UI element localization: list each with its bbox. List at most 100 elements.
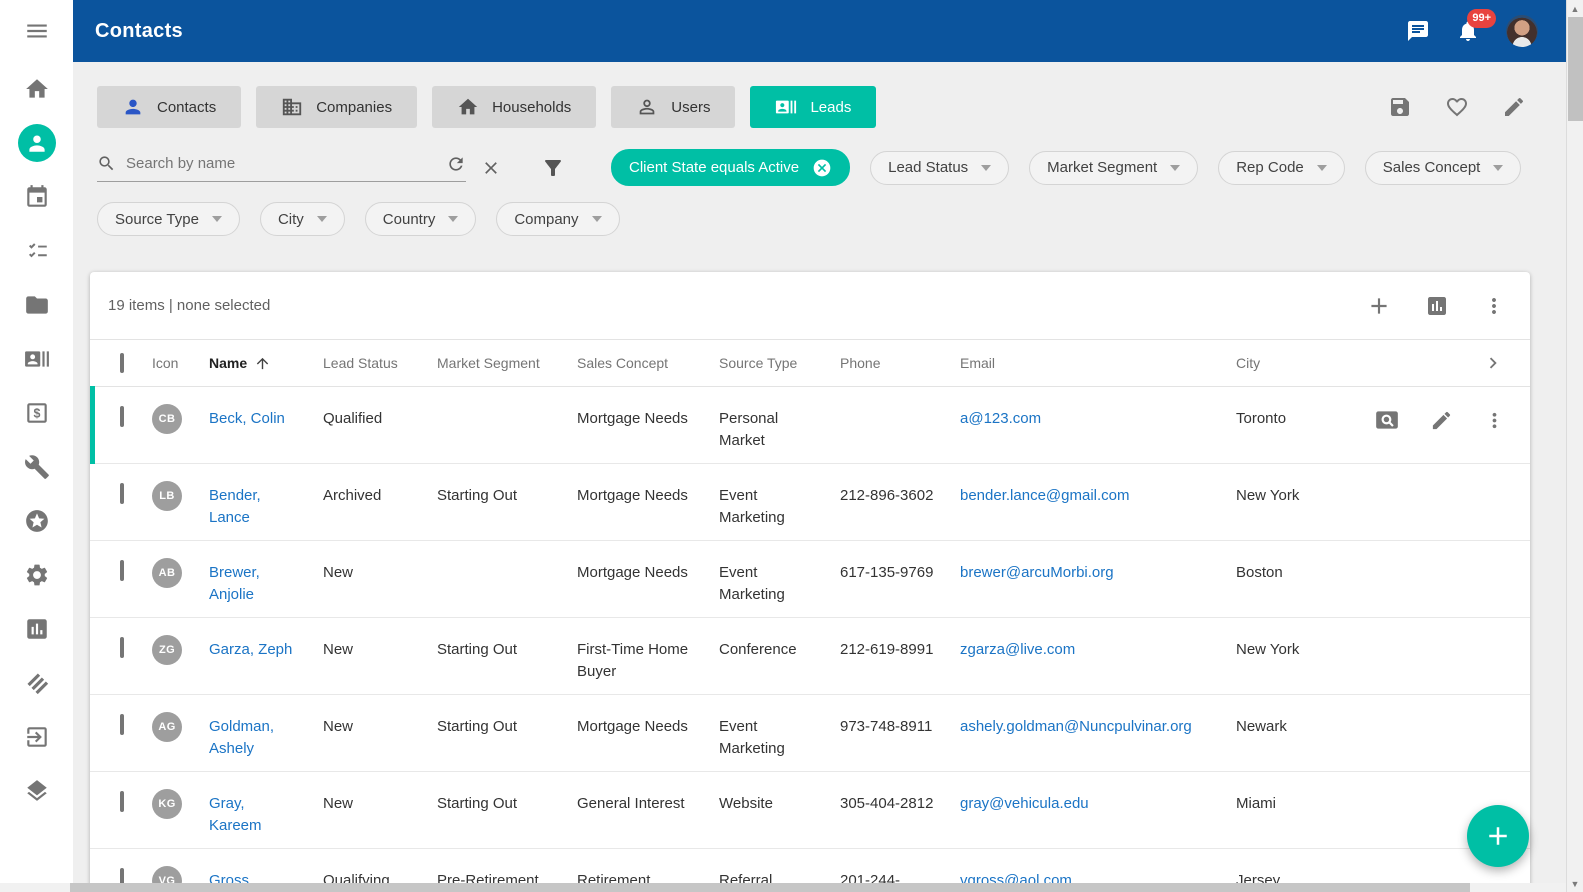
tab-companies[interactable]: Companies [256,86,417,128]
email-link[interactable]: gray@vehicula.edu [960,795,1089,812]
table-row[interactable]: AGGoldman, AshelyNewStarting OutMortgage… [90,695,1530,772]
select-all-checkbox[interactable] [120,353,124,373]
sidebar-item-reports[interactable] [22,615,52,643]
filter-chip-lead-status[interactable]: Lead Status [870,151,1009,185]
row-checkbox-cell [90,387,152,428]
tab-users[interactable]: Users [611,86,735,128]
column-header-city[interactable]: City [1236,355,1350,371]
sidebar-item-billing[interactable]: $ [22,399,52,427]
more-vert-icon[interactable] [1482,294,1506,318]
chevron-down-icon [1317,165,1327,171]
pencil-icon[interactable] [1502,95,1526,119]
city-cell: Miami [1236,772,1350,815]
edit-icon[interactable] [1430,409,1453,432]
more-vert-icon[interactable] [1483,409,1506,432]
column-header-name[interactable]: Name [209,355,323,372]
contact-name-link[interactable]: Garza, Zeph [209,641,292,658]
column-header-icon[interactable]: Icon [152,355,209,371]
column-header-lead-status[interactable]: Lead Status [323,355,437,371]
chip-label: Market Segment [1047,159,1157,176]
filter-chip-sales-concept[interactable]: Sales Concept [1365,151,1522,185]
sidebar-item-favorites[interactable] [22,507,52,535]
table-row[interactable]: ABBrewer, AnjolieNewMortgage NeedsEvent … [90,541,1530,618]
email-link[interactable]: brewer@arcuMorbi.org [960,564,1114,581]
table-row[interactable]: ZGGarza, ZephNewStarting OutFirst-Time H… [90,618,1530,695]
save-icon[interactable] [1388,95,1412,119]
row-checkbox[interactable] [120,406,124,427]
sidebar-item-calendar[interactable] [22,183,52,211]
tab-leads[interactable]: Leads [750,86,876,128]
row-checkbox[interactable] [120,791,124,812]
avatar[interactable] [1506,15,1538,47]
filter-chip-rep-code[interactable]: Rep Code [1218,151,1345,185]
row-checkbox[interactable] [120,560,124,581]
table-row[interactable]: CBBeck, ColinQualifiedMortgage NeedsPers… [90,387,1530,464]
table-row[interactable]: LBBender, LanceArchivedStarting OutMortg… [90,464,1530,541]
email-link[interactable]: bender.lance@gmail.com [960,487,1129,504]
row-actions [1350,695,1530,715]
sidebar-item-exit[interactable] [22,723,52,751]
tab-contacts[interactable]: Contacts [97,86,241,128]
filter-chip-country[interactable]: Country [365,202,477,236]
tab-households[interactable]: Households [432,86,596,128]
vertical-scrollbar[interactable]: ▲ ▼ [1566,0,1583,892]
bar-chart-icon[interactable] [1425,294,1449,318]
table-row[interactable]: KGGray, KareemNewStarting OutGeneral Int… [90,772,1530,849]
row-checkbox[interactable] [120,714,124,735]
contact-name-link[interactable]: Gray, Kareem [209,795,262,834]
sidebar-item-tasks[interactable] [22,237,52,265]
heart-icon[interactable] [1445,95,1469,119]
refresh-icon[interactable] [446,154,466,174]
scroll-down-arrow[interactable]: ▼ [1567,875,1583,892]
sidebar-item-home[interactable] [22,75,52,103]
contact-name-link[interactable]: Brewer, Anjolie [209,564,260,603]
scrollbar-thumb[interactable] [1568,17,1583,121]
column-header-market-segment[interactable]: Market Segment [437,355,577,371]
email-link[interactable]: ashely.goldman@Nuncpulvinar.org [960,718,1192,735]
sales-concept-cell: Mortgage Needs [577,541,719,584]
exit-icon [24,724,50,750]
add-icon[interactable] [1366,293,1392,319]
hscrollbar-thumb[interactable] [70,883,1470,892]
chevron-right-icon[interactable] [1482,352,1504,374]
column-header-source-type[interactable]: Source Type [719,355,840,371]
sidebar-item-partners[interactable] [22,669,52,697]
contact-name-link[interactable]: Bender, Lance [209,487,261,526]
filter-chip-company[interactable]: Company [496,202,619,236]
card-toolbar: 19 items | none selected [90,272,1530,339]
row-checkbox[interactable] [120,637,124,658]
horizontal-scrollbar[interactable] [0,883,1566,892]
email-cell: ashely.goldman@Nuncpulvinar.org [960,695,1236,738]
preview-icon[interactable] [1374,407,1400,433]
filter-chip-city[interactable]: City [260,202,345,236]
email-link[interactable]: zgarza@live.com [960,641,1075,658]
sidebar-item-contacts[interactable] [18,124,56,162]
sidebar-item-documents[interactable] [22,291,52,319]
sidebar-item-tools[interactable] [22,453,52,481]
contact-name-link[interactable]: Beck, Colin [209,410,285,427]
filter-chip-source-type[interactable]: Source Type [97,202,240,236]
column-header-email[interactable]: Email [960,355,1236,371]
search-input[interactable] [126,155,446,172]
bell-icon[interactable]: 99+ [1456,19,1480,43]
home-icon [24,76,50,102]
active-filter-chip[interactable]: Client State equals Active [611,149,850,186]
filter-chip-market-segment[interactable]: Market Segment [1029,151,1198,185]
filter-icon[interactable] [541,156,565,180]
contact-name-link[interactable]: Goldman, Ashely [209,718,274,757]
chat-icon[interactable] [1406,19,1430,43]
scroll-up-arrow[interactable]: ▲ [1567,0,1583,17]
fab-add-button[interactable] [1467,805,1529,867]
tab-label: Users [671,99,710,116]
phone-cell: 212-619-8991 [840,618,960,661]
sidebar-item-settings[interactable] [22,561,52,589]
clear-search-icon[interactable] [481,158,501,178]
remove-filter-icon[interactable] [812,158,832,178]
column-header-sales-concept[interactable]: Sales Concept [577,355,719,371]
sidebar-item-layers[interactable] [22,777,52,805]
sidebar-item-leads[interactable] [22,345,52,373]
column-header-phone[interactable]: Phone [840,355,960,371]
row-checkbox[interactable] [120,483,124,504]
email-link[interactable]: a@123.com [960,410,1041,427]
menu-icon[interactable] [24,18,50,44]
